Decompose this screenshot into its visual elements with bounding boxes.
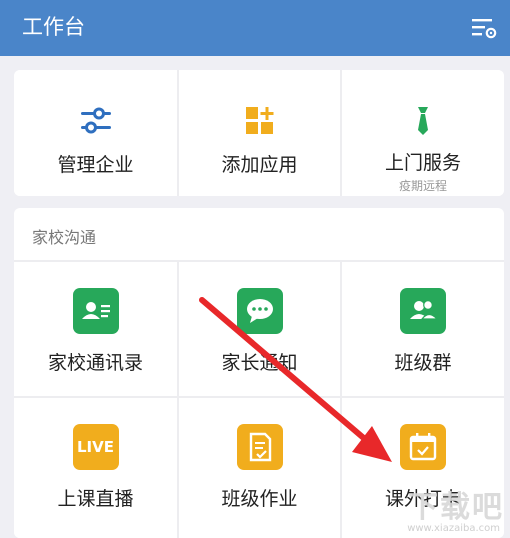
app-label: 家长通知 [221, 352, 298, 374]
app-label: 上门服务 [384, 152, 461, 174]
app-label: 家校通讯录 [47, 352, 143, 374]
section-title: 家校沟通 [32, 228, 97, 247]
app-label: 上课直播 [57, 488, 134, 510]
top-apps-card: 管理企业 添加应用 上门服务 疫期远程 [14, 70, 504, 196]
chat-bubble-icon [236, 288, 283, 334]
filter-settings-icon[interactable] [470, 14, 498, 42]
app-header: 工作台 [0, 0, 510, 56]
app-label: 班级作业 [221, 488, 298, 510]
homework-doc-icon [236, 424, 283, 470]
app-label: 管理企业 [57, 154, 134, 176]
contact-card-icon [72, 288, 119, 334]
app-contacts[interactable]: 家校通讯录 [14, 262, 177, 396]
app-class-group[interactable]: 班级群 [342, 262, 504, 396]
add-grid-icon [179, 106, 340, 140]
app-add-application[interactable]: 添加应用 [179, 70, 340, 196]
calendar-check-icon [400, 424, 446, 470]
sliders-icon [14, 106, 177, 140]
group-people-icon [400, 288, 446, 334]
necktie-icon [342, 106, 504, 140]
app-live-class[interactable]: LIVE 上课直播 [14, 398, 177, 538]
app-label: 添加应用 [221, 154, 298, 176]
app-parent-notice[interactable]: 家长通知 [179, 262, 340, 396]
app-label: 班级群 [394, 352, 452, 374]
app-manage-enterprise[interactable]: 管理企业 [14, 70, 177, 196]
app-onsite-service[interactable]: 上门服务 疫期远程 [342, 70, 504, 196]
watermark-url: www.xiazaiba.com [407, 523, 500, 534]
live-icon: LIVE [72, 424, 119, 470]
app-sublabel: 疫期远程 [398, 179, 447, 193]
watermark-logo: 下载吧 [408, 490, 504, 525]
app-class-homework[interactable]: 班级作业 [179, 398, 340, 538]
page-title: 工作台 [22, 15, 85, 39]
